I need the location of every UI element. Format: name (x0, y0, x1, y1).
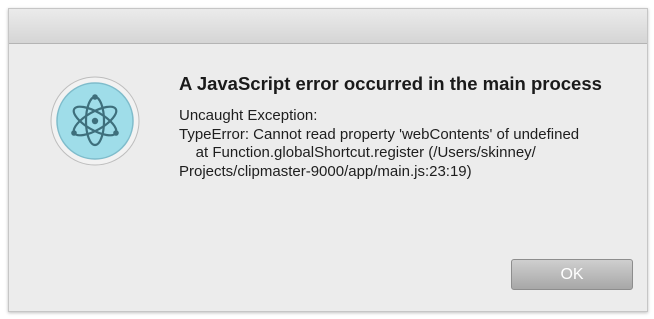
ok-button[interactable]: OK (511, 259, 633, 290)
dialog-title: A JavaScript error occurred in the main … (179, 73, 602, 94)
title-bar[interactable] (9, 9, 647, 44)
error-message: Uncaught Exception: TypeError: Cannot re… (179, 107, 580, 180)
dialog-content: A JavaScript error occurred in the main … (179, 71, 639, 181)
error-dialog: A JavaScript error occurred in the main … (8, 8, 648, 312)
electron-atom-icon (49, 75, 141, 167)
